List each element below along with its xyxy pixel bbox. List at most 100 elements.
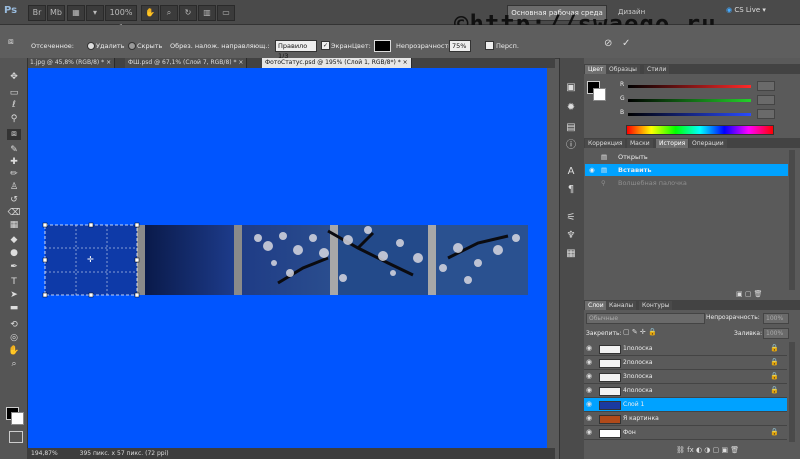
lasso-tool-icon[interactable]: ℓ: [7, 100, 21, 111]
visibility-eye-icon[interactable]: ◉: [586, 356, 596, 369]
arrange-documents-icon[interactable]: ▥: [198, 5, 216, 21]
delete-radio[interactable]: [87, 42, 95, 50]
channel-r-slider[interactable]: [628, 85, 751, 88]
3d-rotate-icon[interactable]: ⟲: [7, 320, 21, 331]
opacity-input[interactable]: 75%: [449, 40, 471, 52]
background-color-swatch[interactable]: [11, 412, 24, 425]
dodge-tool-icon[interactable]: ●: [7, 248, 21, 259]
cancel-icon[interactable]: ⊘: [604, 39, 614, 49]
history-item[interactable]: ▤ Открыть: [585, 151, 788, 163]
history-scrollbar[interactable]: [789, 150, 795, 290]
view-extras-button[interactable]: ▦: [67, 5, 85, 21]
tool-presets-icon[interactable]: ▦: [565, 248, 577, 260]
layer-row[interactable]: ◉ Я картинка: [584, 412, 787, 426]
marquee-tool-icon[interactable]: ▭: [7, 88, 21, 99]
crop-tool-icon[interactable]: ⧈: [8, 37, 18, 47]
bridge-button[interactable]: Br: [28, 5, 46, 21]
pen-tool-icon[interactable]: ✒: [7, 262, 21, 273]
rotate-view-icon[interactable]: ↻: [179, 5, 197, 21]
quick-mask-icon[interactable]: [9, 431, 23, 443]
blend-mode-select[interactable]: Обычные: [586, 313, 705, 324]
visibility-eye-icon[interactable]: ◉: [586, 412, 596, 425]
layer-row[interactable]: ◉ 2полоска 🔒: [584, 356, 787, 370]
histogram-icon[interactable]: ▤: [565, 122, 577, 134]
layer-row[interactable]: ◉ Фон 🔒: [584, 426, 787, 440]
minibridge-button[interactable]: Mb: [47, 5, 65, 21]
tab-document-2[interactable]: ФШ.psd @ 67,1% (Слой 7, RGB/8) * ×: [125, 58, 248, 68]
move-tool-icon[interactable]: ✥: [7, 72, 21, 83]
shape-tool-icon[interactable]: ▬: [7, 303, 21, 314]
tab-actions[interactable]: Операции: [689, 139, 727, 148]
history-item-disabled[interactable]: ⚲ Волшебная палочка: [585, 177, 788, 189]
brush-tool-icon[interactable]: ✏: [7, 169, 21, 180]
type-tool-icon[interactable]: T: [7, 277, 21, 288]
3d-orbit-icon[interactable]: ◎: [7, 333, 21, 344]
document-canvas[interactable]: ✛: [28, 68, 547, 448]
visibility-eye-icon[interactable]: ◉: [586, 370, 596, 383]
layer-opacity-input[interactable]: 100%: [763, 313, 789, 324]
layer-row[interactable]: ◉ 4полоска 🔒: [584, 384, 787, 398]
visibility-eye-icon[interactable]: ◉: [586, 342, 596, 355]
channel-r-input[interactable]: [757, 81, 775, 91]
channel-b-slider[interactable]: [628, 113, 751, 116]
layer-row[interactable]: ◉ 3полоска 🔒: [584, 370, 787, 384]
brush-presets-icon[interactable]: ⚟: [565, 212, 577, 224]
path-selection-icon[interactable]: ➤: [7, 290, 21, 301]
guides-select[interactable]: Правило 1/3: [275, 40, 317, 60]
shield-color-swatch[interactable]: [374, 40, 391, 52]
gradient-tool-icon[interactable]: ▦: [7, 220, 21, 231]
healing-brush-icon[interactable]: ✚: [7, 157, 21, 168]
visibility-eye-icon[interactable]: ◉: [586, 384, 596, 397]
layer-row[interactable]: ◉ Слой 1: [584, 398, 787, 412]
tab-adjustments[interactable]: Коррекция: [585, 139, 626, 148]
tab-document-1[interactable]: 1.jpg @ 45,8% (RGB/8) * ×: [27, 58, 116, 68]
clone-source-icon[interactable]: ♆: [565, 230, 577, 242]
navigator-icon[interactable]: ✹: [565, 102, 577, 114]
paragraph-panel-icon[interactable]: ¶: [565, 184, 577, 196]
channel-b-input[interactable]: [757, 109, 775, 119]
crop-tool-icon[interactable]: ⧈: [7, 129, 21, 140]
tab-masks[interactable]: Маски: [627, 139, 653, 148]
lock-icons[interactable]: ▢ ✎ ✛ 🔒: [623, 328, 657, 336]
history-panel-icon[interactable]: ▣: [565, 82, 577, 94]
layers-scrollbar[interactable]: [789, 342, 795, 442]
clone-stamp-icon[interactable]: ♙: [7, 182, 21, 193]
visibility-eye-icon[interactable]: ◉: [586, 426, 596, 439]
perspective-checkbox[interactable]: [485, 41, 494, 50]
checkmark-icon[interactable]: ✓: [622, 39, 632, 49]
tab-paths[interactable]: Контуры: [639, 301, 673, 310]
tab-document-3[interactable]: ФотоСтатус.psd @ 195% (Слой 1, RGB/8*) *…: [262, 58, 412, 68]
history-brush-icon[interactable]: ↺: [7, 195, 21, 206]
info-icon[interactable]: ⓘ: [565, 140, 577, 152]
screen-checkbox[interactable]: ✓: [321, 41, 330, 50]
blur-tool-icon[interactable]: ◆: [7, 235, 21, 246]
tab-styles[interactable]: Стили: [644, 65, 670, 74]
eyedropper-tool-icon[interactable]: ✎: [7, 145, 21, 156]
tab-channels[interactable]: Каналы: [606, 301, 637, 310]
zoom-level[interactable]: 100%: [105, 5, 137, 21]
channel-g-input[interactable]: [757, 95, 775, 105]
channel-g-slider[interactable]: [628, 99, 751, 102]
zoom-icon[interactable]: ⌕: [160, 5, 178, 21]
eraser-tool-icon[interactable]: ⌫: [7, 208, 21, 219]
layer-row[interactable]: ◉ 1полоска 🔒: [584, 342, 787, 356]
hand-icon[interactable]: ✋: [141, 5, 159, 21]
history-item-selected[interactable]: ◉ ▤ Вставить: [585, 164, 788, 176]
visibility-eye-icon[interactable]: ◉: [586, 398, 596, 411]
color-spectrum-bar[interactable]: [626, 125, 774, 135]
fill-input[interactable]: 100%: [763, 328, 789, 339]
layers-footer-icons[interactable]: ⛓ fx ◐ ◑ ▢ ▣ 🗑: [676, 446, 739, 454]
zoom-level-dropdown[interactable]: ▾: [86, 5, 104, 21]
tab-history[interactable]: История: [656, 139, 689, 148]
zoom-tool-icon[interactable]: ⌕: [7, 359, 21, 370]
hand-tool-icon[interactable]: ✋: [7, 346, 21, 357]
tab-swatches[interactable]: Образцы: [606, 65, 640, 74]
character-panel-icon[interactable]: A: [565, 166, 577, 178]
quick-selection-tool-icon[interactable]: ⚲: [7, 114, 21, 125]
hide-radio[interactable]: [128, 42, 136, 50]
cs-live-button[interactable]: ◉ CS Live ▾: [726, 6, 766, 14]
zoom-status[interactable]: 194,87%: [31, 450, 58, 457]
history-footer-icons[interactable]: ▣ ▢ 🗑: [736, 290, 763, 298]
screen-mode-icon[interactable]: ▭: [217, 5, 235, 21]
tab-layers[interactable]: Слои: [585, 301, 607, 310]
